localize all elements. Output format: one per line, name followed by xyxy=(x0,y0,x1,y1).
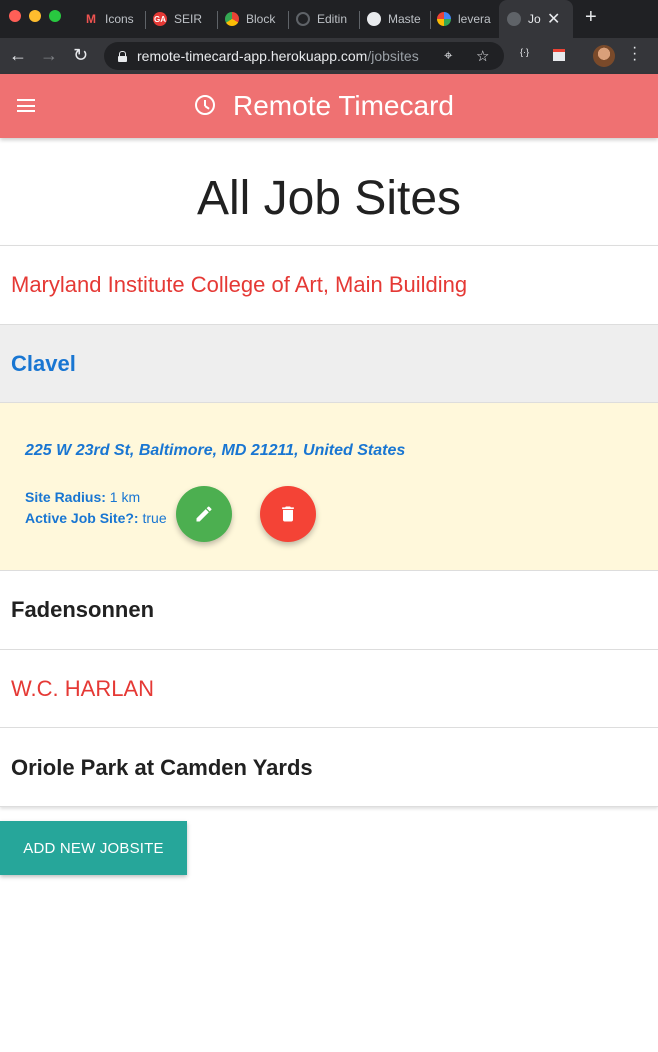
brand-title[interactable]: Remote Timecard xyxy=(233,90,454,122)
jobsite-header[interactable]: W.C. HARLAN xyxy=(0,650,658,728)
jobsite-header-active[interactable]: Clavel xyxy=(0,325,658,403)
browser-toolbar: ← → ↻ remote-timecard-app.herokuapp.com /… xyxy=(0,38,658,74)
app-navbar: Remote Timecard xyxy=(0,74,658,138)
browser-tab[interactable]: GA SEIR xyxy=(153,0,209,38)
page-title: All Job Sites xyxy=(196,172,462,225)
browser-tab-active[interactable]: Jo xyxy=(499,0,573,38)
jobsite-list: Maryland Institute College of Art, Main … xyxy=(0,245,658,807)
tab-label: Editin xyxy=(317,12,348,26)
tab-label: Jo xyxy=(528,12,541,26)
close-icon[interactable]: ✕ xyxy=(547,9,560,29)
minimize-window-button[interactable] xyxy=(29,10,41,22)
add-jobsite-button[interactable]: ADD NEW JOBSITE xyxy=(0,821,187,875)
google-icon xyxy=(437,12,451,26)
url-path: /jobsites xyxy=(367,48,419,64)
jobsite-details: 225 W 23rd St, Baltimore, MD 21211, Unit… xyxy=(0,403,658,571)
jobsite-name: Clavel xyxy=(11,350,76,376)
site-radius: Site Radius: 1 km xyxy=(25,489,140,505)
browser-tabstrip: M Icons GA SEIR Block Editin Maste lever… xyxy=(0,0,658,38)
tab-label: Block xyxy=(246,12,276,26)
jobsite-name: Fadensonnen xyxy=(11,597,155,622)
hamburger-menu-icon[interactable] xyxy=(17,99,35,112)
extension-icon[interactable]: {·} xyxy=(520,47,529,57)
tab-label: levera xyxy=(458,12,491,26)
active-status-label: Active Job Site?: xyxy=(25,510,139,526)
edit-jobsite-button[interactable] xyxy=(176,486,232,542)
browser-tab[interactable]: M Icons xyxy=(84,0,140,38)
pencil-icon xyxy=(196,506,212,522)
globe-icon xyxy=(507,12,521,26)
close-window-button[interactable] xyxy=(9,10,21,22)
star-icon[interactable]: ☆ xyxy=(476,47,489,65)
active-status: Active Job Site?: true xyxy=(25,510,167,526)
materialize-icon: M xyxy=(86,12,96,26)
ga-icon: GA xyxy=(153,12,167,26)
jobsite-name: Maryland Institute College of Art, Main … xyxy=(11,272,468,297)
calendar-extension-icon[interactable] xyxy=(553,49,565,61)
tab-divider xyxy=(145,11,146,29)
site-radius-value: 1 km xyxy=(109,489,141,505)
github-icon xyxy=(296,12,310,26)
jobsite-address: 225 W 23rd St, Baltimore, MD 21211, Unit… xyxy=(25,442,406,459)
jobsite-header[interactable]: Fadensonnen xyxy=(0,571,658,650)
jobsite-name: Oriole Park at Camden Yards xyxy=(11,754,313,780)
profile-avatar[interactable] xyxy=(593,45,615,67)
more-menu-icon[interactable]: · · · xyxy=(632,40,637,68)
tab-label: SEIR xyxy=(174,12,203,26)
github-icon xyxy=(367,12,381,26)
jobsite-header[interactable]: Maryland Institute College of Art, Main … xyxy=(0,246,658,325)
plus-icon[interactable]: + xyxy=(585,6,597,29)
reload-icon[interactable]: ↻ xyxy=(73,44,88,66)
browser-tab[interactable]: Maste xyxy=(367,0,423,38)
lock-icon xyxy=(118,50,127,62)
jobsite-name: W.C. HARLAN xyxy=(11,675,155,701)
maximize-window-button[interactable] xyxy=(49,10,61,22)
tab-divider xyxy=(288,11,289,29)
address-bar[interactable]: remote-timecard-app.herokuapp.com/jobsit… xyxy=(104,42,504,70)
url-host: remote-timecard-app.herokuapp.com xyxy=(137,48,368,64)
tab-divider xyxy=(359,11,360,29)
forward-arrow-icon[interactable]: → xyxy=(40,44,58,66)
browser-tab[interactable]: Block xyxy=(225,0,281,38)
trash-icon xyxy=(282,506,294,522)
browser-tab[interactable]: levera xyxy=(437,0,493,38)
delete-jobsite-button[interactable] xyxy=(260,486,316,542)
tab-label: Maste xyxy=(388,12,421,26)
tab-divider xyxy=(430,11,431,29)
site-radius-label: Site Radius: xyxy=(25,489,106,505)
back-arrow-icon[interactable]: ← xyxy=(9,44,27,66)
tab-divider xyxy=(217,11,218,29)
active-status-value: true xyxy=(142,510,167,526)
clock-icon xyxy=(195,95,215,115)
location-icon[interactable]: ⌖ xyxy=(444,47,452,64)
tab-label: Icons xyxy=(105,12,134,26)
browser-tab[interactable]: Editin xyxy=(296,0,350,38)
chrome-icon xyxy=(225,12,239,26)
jobsite-header[interactable]: Oriole Park at Camden Yards xyxy=(0,728,658,807)
